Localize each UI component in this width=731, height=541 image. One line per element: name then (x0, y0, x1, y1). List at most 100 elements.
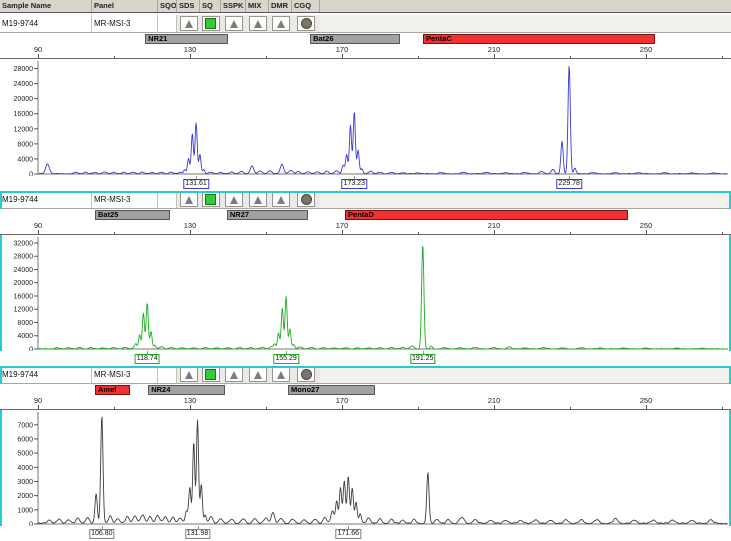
axis-tick (38, 54, 39, 58)
sample-row[interactable]: M19-9744 MR-MSI-3 (0, 366, 731, 384)
cgq-flag-icon[interactable] (297, 192, 315, 207)
svg-text:2000: 2000 (17, 493, 33, 500)
sds-flag-icon[interactable] (180, 367, 198, 382)
mix-flag-icon[interactable] (249, 192, 267, 207)
axis-tick (646, 405, 647, 409)
mix-flag-icon[interactable] (249, 367, 267, 382)
axis-minor-tick (570, 232, 571, 234)
sds-flag-icon[interactable] (180, 16, 198, 31)
green-square-icon (205, 194, 216, 205)
marker-bar-nr27[interactable]: NR27 (227, 210, 308, 220)
axis-tick-label: 250 (640, 45, 653, 54)
electropherogram-chart-green[interactable]: 040008000120001600020000240002800032000 (0, 235, 731, 351)
peak-size-label[interactable]: 173.23 (342, 179, 367, 189)
axis-tick (38, 405, 39, 409)
peak-size-label[interactable]: 191.25 (410, 354, 435, 364)
sspk-flag-icon[interactable] (225, 192, 243, 207)
warning-triangle-icon (277, 196, 285, 204)
axis-minor-tick (722, 407, 723, 409)
marker-bar-pentac[interactable]: PentaC (423, 34, 655, 44)
electropherogram-chart-black[interactable]: 01000200030004000500060007000 (0, 410, 731, 526)
sq-flag-icon[interactable] (202, 367, 220, 382)
panel-name-cell: MR-MSI-3 (92, 15, 158, 32)
axis-tick-label: 210 (488, 45, 501, 54)
axis-tick (494, 405, 495, 409)
peak-size-label[interactable]: 229.78 (556, 179, 581, 189)
svg-text:4000: 4000 (17, 156, 33, 163)
axis-tick (342, 54, 343, 58)
warning-triangle-icon (185, 20, 193, 28)
axis-minor-tick (570, 407, 571, 409)
sspk-flag-icon[interactable] (225, 16, 243, 31)
sample-row[interactable]: M19-9744 MR-MSI-3 (0, 191, 731, 209)
table-column-header: Sample Name Panel SQO SDS SQ SSPK MIX DM… (0, 0, 731, 13)
marker-bar-nr24[interactable]: NR24 (148, 385, 225, 395)
svg-text:5000: 5000 (17, 451, 33, 458)
sample-row[interactable]: M19-9744 MR-MSI-3 (0, 15, 731, 33)
warning-triangle-icon (230, 371, 238, 379)
mix-flag-icon[interactable] (249, 16, 267, 31)
sds-flag-icon[interactable] (180, 192, 198, 207)
svg-text:12000: 12000 (14, 126, 34, 133)
axis-tick (342, 230, 343, 234)
axis-tick-label: 90 (34, 396, 42, 405)
warning-triangle-icon (230, 20, 238, 28)
marker-bar-bat25[interactable]: Bat25 (95, 210, 170, 220)
marker-bar-mono27[interactable]: Mono27 (288, 385, 375, 395)
green-square-icon (205, 18, 216, 29)
cgq-flag-icon[interactable] (297, 16, 315, 31)
axis-tick-label: 90 (34, 45, 42, 54)
col-filler (320, 0, 731, 12)
dmr-flag-icon[interactable] (272, 367, 290, 382)
axis-tick-label: 250 (640, 221, 653, 230)
marker-bar-amel[interactable]: Amel (95, 385, 130, 395)
dmr-flag-icon[interactable] (272, 192, 290, 207)
electropherogram-chart-blue[interactable]: 0400080001200016000200002400028000 (0, 59, 731, 176)
sample-name-cell: M19-9744 (0, 191, 92, 208)
axis-tick-label: 130 (184, 396, 197, 405)
svg-text:28000: 28000 (14, 66, 34, 73)
axis-tick-label: 210 (488, 221, 501, 230)
svg-text:7000: 7000 (17, 422, 33, 429)
svg-text:24000: 24000 (14, 267, 34, 274)
panel-name-cell: MR-MSI-3 (92, 191, 158, 208)
col-sds: SDS (177, 0, 200, 12)
sspk-flag-icon[interactable] (225, 367, 243, 382)
marker-bar-pentad[interactable]: PentaD (345, 210, 628, 220)
peak-label-row: 106.80 131.98 171.66 (0, 526, 731, 541)
axis-tick-label: 90 (34, 221, 42, 230)
warning-triangle-icon (254, 371, 262, 379)
svg-text:20000: 20000 (14, 96, 34, 103)
green-square-icon (205, 369, 216, 380)
sample-name-cell: M19-9744 (0, 15, 92, 32)
axis-tick (494, 230, 495, 234)
gray-circle-icon (301, 369, 312, 380)
sq-flag-icon[interactable] (202, 16, 220, 31)
warning-triangle-icon (277, 20, 285, 28)
axis-minor-tick (722, 232, 723, 234)
peak-size-label[interactable]: 131.98 (185, 529, 210, 539)
axis-minor-tick (418, 56, 419, 58)
sample-panel-1: M19-9744 MR-MSI-3 NR21Bat26PentaC 901301… (0, 15, 731, 191)
axis-minor-tick (570, 56, 571, 58)
peak-size-label[interactable]: 118.74 (135, 354, 160, 364)
axis-tick-label: 250 (640, 396, 653, 405)
axis-tick-label: 130 (184, 221, 197, 230)
marker-bar-nr21[interactable]: NR21 (145, 34, 228, 44)
sq-flag-icon[interactable] (202, 192, 220, 207)
peak-label-row: 118.74 155.29 191.25 (0, 351, 731, 366)
peak-size-label[interactable]: 171.66 (336, 529, 361, 539)
peak-size-label[interactable]: 106.80 (89, 529, 114, 539)
svg-text:16000: 16000 (14, 293, 34, 300)
dmr-flag-icon[interactable] (272, 16, 290, 31)
axis-minor-tick (114, 56, 115, 58)
peak-size-label[interactable]: 131.61 (183, 179, 208, 189)
svg-text:24000: 24000 (14, 81, 34, 88)
cgq-flag-icon[interactable] (297, 367, 315, 382)
row-filler (320, 15, 731, 32)
col-cgq: CGQ (292, 0, 320, 12)
marker-row: Bat25 NR27 PentaD (0, 209, 731, 221)
marker-bar-bat26[interactable]: Bat26 (310, 34, 400, 44)
peak-size-label[interactable]: 155.29 (273, 354, 298, 364)
svg-text:3000: 3000 (17, 479, 33, 486)
